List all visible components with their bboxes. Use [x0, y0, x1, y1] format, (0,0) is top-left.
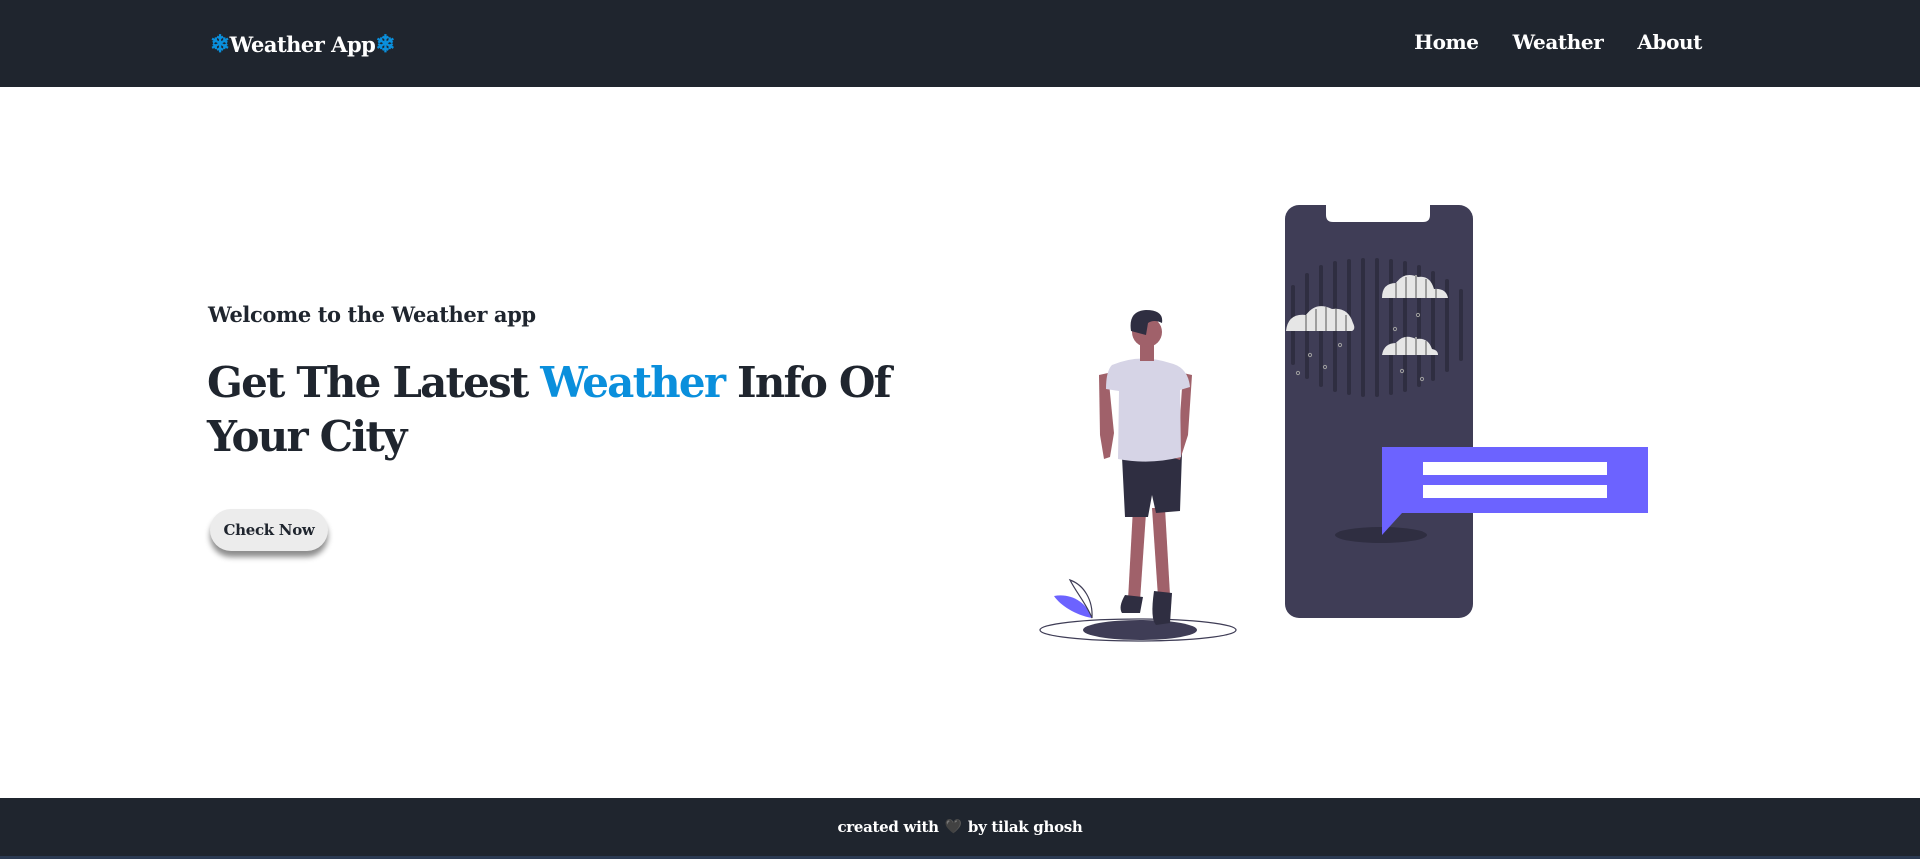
nav-link-about[interactable]: About — [1637, 30, 1702, 54]
navbar: ❄ Weather App ❄ Home Weather About — [0, 0, 1920, 87]
snowflake-icon: ❄ — [375, 29, 395, 58]
person-figure — [1099, 310, 1192, 625]
headline-part1: Get The Latest — [207, 358, 541, 407]
snowflake-icon: ❄ — [210, 29, 230, 58]
hero-headline: Get The Latest Weather Info Of Your City — [207, 356, 967, 464]
message-line — [1423, 485, 1607, 498]
headline-accent: Weather — [540, 358, 726, 407]
brand-link[interactable]: ❄ Weather App ❄ — [210, 27, 395, 61]
message-line — [1423, 462, 1607, 475]
welcome-text: Welcome to the Weather app — [208, 302, 536, 327]
bubble-shadow — [1335, 527, 1427, 543]
phone-notch — [1326, 205, 1430, 222]
ground-shadow — [1083, 620, 1197, 640]
check-now-button[interactable]: Check Now — [210, 509, 328, 551]
nav-link-home[interactable]: Home — [1414, 30, 1479, 54]
heart-icon: 🖤 — [944, 819, 962, 835]
footer-text-after: by tilak ghosh — [967, 818, 1083, 836]
nav-links: Home Weather About — [1414, 30, 1702, 54]
nav-link-weather[interactable]: Weather — [1513, 30, 1604, 54]
weather-illustration — [1039, 205, 1648, 642]
footer: created with 🖤 by tilak ghosh — [0, 798, 1920, 859]
brand-label: Weather App — [229, 31, 376, 57]
footer-text-before: created with — [837, 818, 939, 836]
